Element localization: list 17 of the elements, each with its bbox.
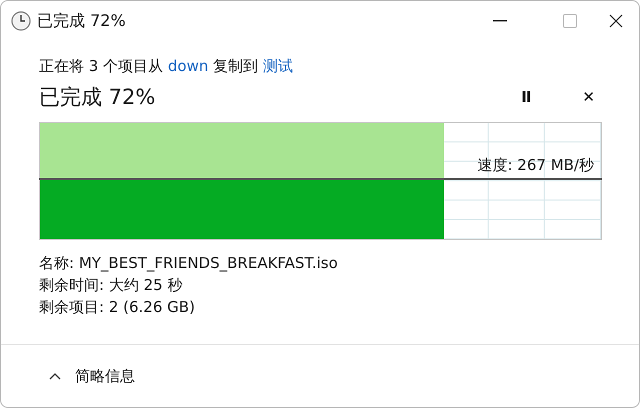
progress-heading: 已完成 72% (39, 84, 156, 111)
cancel-button[interactable]: ✕ (576, 86, 601, 108)
detail-text: 剩余项目: 2 (6.26 GB) (39, 298, 196, 317)
minimize-icon (493, 20, 507, 22)
pause-button[interactable]: II (515, 86, 536, 108)
detail-text: 剩余时间: 大约 25 秒 (39, 276, 184, 295)
details-toggle[interactable]: 简略信息 (45, 362, 139, 390)
detail-text: 名称: MY_BEST_FRIENDS_BREAKFAST.iso (39, 254, 339, 273)
speed-label: 速度: 267 MB/秒 (477, 156, 594, 175)
destination-link[interactable]: 测试 (262, 57, 293, 75)
maximize-icon (563, 14, 577, 28)
window-title: 已完成 72% (37, 10, 127, 32)
close-icon (609, 14, 623, 28)
chevron-icon (49, 372, 61, 380)
copy-message: 正在将 3 个项目从 down 复制到 测试 (39, 57, 294, 76)
clock-icon (11, 11, 31, 31)
source-link[interactable]: down (168, 57, 208, 75)
